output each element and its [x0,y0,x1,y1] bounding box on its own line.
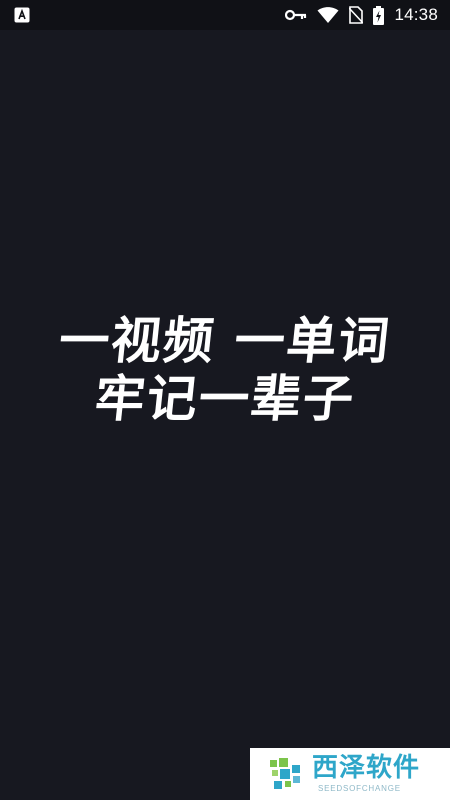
slogan-line-2: 牢记一辈子 [91,370,359,428]
vpn-key-icon [285,9,307,21]
slogan-line-1: 一视频 一单词 [56,312,394,370]
status-bar: 14:38 [0,0,450,30]
status-icons: 14:38 [285,0,438,30]
no-sim-icon [349,6,364,24]
status-time: 14:38 [394,5,438,24]
battery-charging-icon [373,5,385,25]
wifi-icon [317,6,339,23]
app-notification-icon [14,7,30,23]
splash-screen: 14:38 一视频 一单词 牢记一辈子 西泽软件 SEEDSOFCHANGE [0,0,450,800]
watermark-title: 西泽软件 [312,753,421,783]
watermark-logo-icon [270,758,300,789]
splash-slogan: 一视频 一单词 牢记一辈子 [0,312,450,428]
watermark: 西泽软件 SEEDSOFCHANGE [250,748,450,800]
watermark-subtitle: SEEDSOFCHANGE [318,784,401,793]
